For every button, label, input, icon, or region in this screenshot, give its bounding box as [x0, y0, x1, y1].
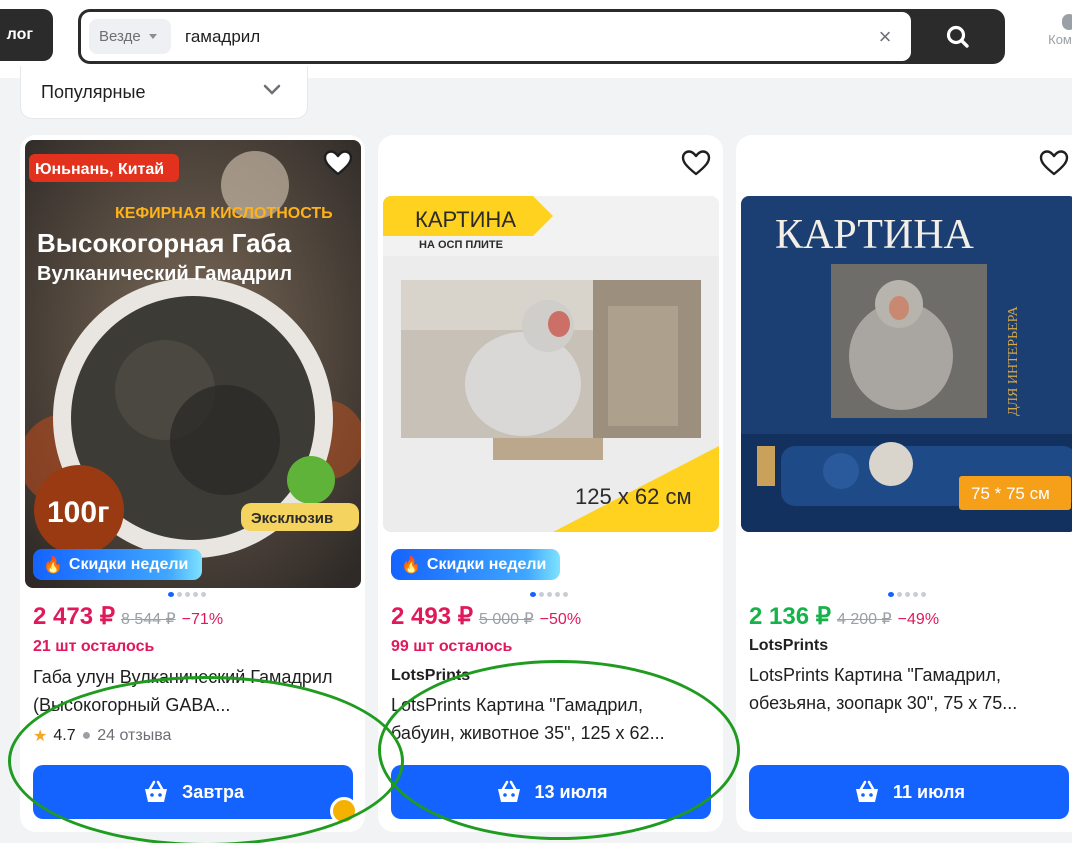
svg-text:125 x 62 см: 125 x 62 см [575, 484, 692, 509]
svg-text:100г: 100г [47, 496, 110, 529]
product-image[interactable]: КАРТИНА ДЛЯ ИНТЕРЬЕРА 75 * 75 см [741, 196, 1072, 532]
flame-icon: 🔥 [43, 556, 63, 574]
pagination-dot [888, 592, 894, 597]
chevron-down-icon [148, 34, 157, 39]
sale-badge-label: Скидки недели [426, 555, 547, 573]
svg-text:Эксклюзив: Эксклюзив [251, 510, 333, 527]
sort-dropdown[interactable]: Популярные [20, 66, 308, 119]
pagination-dot [530, 592, 536, 597]
current-price: 2 136 ₽ [749, 603, 831, 630]
pagination-dot [185, 592, 190, 597]
pagination-dot [547, 592, 552, 597]
discount-percent: −50% [539, 611, 582, 628]
favorite-heart-icon[interactable] [681, 149, 711, 177]
sort-label: Популярные [41, 81, 146, 102]
svg-text:Юньнань, Китай: Юньнань, Китай [35, 161, 164, 178]
sale-badge: 🔥 Скидки недели [391, 549, 561, 580]
clear-icon[interactable]: × [875, 26, 895, 48]
product-image[interactable]: Юньнань, Китай КЕФИРНАЯ КИСЛОТНОСТЬ Высо… [25, 140, 361, 588]
old-price: 5 000 ₽ [479, 611, 534, 628]
pagination-dot [555, 592, 560, 597]
svg-text:Вулканический Гамадрил: Вулканический Гамадрил [37, 263, 292, 285]
pagination-dot [193, 592, 198, 597]
pagination-dot [921, 592, 926, 597]
price-row: 2 136 ₽ 4 200 ₽ −49% [749, 602, 939, 631]
comparison-link[interactable]: Ком [1040, 14, 1072, 47]
image-pagination-dots [530, 592, 568, 597]
add-to-cart-button[interactable]: 11 июля [749, 765, 1069, 819]
tea-package-image: Юньнань, Китай КЕФИРНАЯ КИСЛОТНОСТЬ Высо… [25, 140, 361, 588]
search-input[interactable] [185, 26, 745, 48]
pagination-dot [177, 592, 182, 597]
comparison-label: Ком [1048, 32, 1072, 47]
pagination-dot [563, 592, 568, 597]
painting-image: КАРТИНА НА ОСП ПЛИТЕ 125 x 62 см [383, 196, 719, 532]
favorite-heart-icon[interactable] [1039, 149, 1069, 177]
catalog-label: лог [6, 26, 33, 43]
current-price: 2 493 ₽ [391, 603, 473, 630]
comparison-icon [1062, 14, 1072, 30]
svg-text:КАРТИНА: КАРТИНА [415, 207, 516, 232]
svg-text:КАРТИНА: КАРТИНА [775, 212, 975, 258]
old-price: 8 544 ₽ [121, 611, 176, 628]
annotation-ellipse [8, 676, 404, 843]
pagination-dot [897, 592, 902, 597]
delivery-date: 11 июля [893, 781, 965, 802]
favorite-heart-icon[interactable] [323, 149, 353, 177]
search-field-container: Везде × [81, 12, 911, 61]
old-price: 4 200 ₽ [837, 611, 892, 628]
svg-text:КЕФИРНАЯ КИСЛОТНОСТЬ: КЕФИРНАЯ КИСЛОТНОСТЬ [115, 205, 333, 222]
current-price: 2 473 ₽ [33, 603, 115, 630]
annotation-ellipse [378, 660, 740, 840]
svg-text:НА ОСП ПЛИТЕ: НА ОСП ПЛИТЕ [419, 239, 503, 251]
flame-icon: 🔥 [401, 556, 421, 574]
pagination-dot [913, 592, 918, 597]
search-scope-label: Везде [99, 28, 141, 45]
pagination-dot [905, 592, 910, 597]
search-scope-dropdown[interactable]: Везде [89, 19, 171, 54]
search-button[interactable] [914, 12, 1002, 61]
price-row: 2 473 ₽ 8 544 ₽ −71% [33, 602, 223, 631]
product-image[interactable]: КАРТИНА НА ОСП ПЛИТЕ 125 x 62 см [383, 196, 719, 532]
discount-percent: −71% [181, 611, 224, 628]
price-row: 2 493 ₽ 5 000 ₽ −50% [391, 602, 581, 631]
product-title[interactable]: LotsPrints Картина "Гамадрил, обезьяна, … [749, 661, 1069, 717]
basket-icon [856, 780, 879, 802]
svg-text:75 * 75 см: 75 * 75 см [971, 484, 1050, 503]
pagination-dot [539, 592, 544, 597]
search-icon [946, 25, 969, 48]
sale-badge: 🔥 Скидки недели [33, 549, 203, 580]
svg-text:Высокогорная Габа: Высокогорная Габа [37, 228, 292, 258]
stock-left: 99 шт осталось [391, 638, 513, 655]
pagination-dot [201, 592, 206, 597]
search-bar: Везде × [78, 9, 1005, 64]
discount-percent: −49% [897, 611, 940, 628]
product-card[interactable]: КАРТИНА ДЛЯ ИНТЕРЬЕРА 75 * 75 см 2 136 ₽… [736, 135, 1072, 832]
pagination-dot [168, 592, 174, 597]
image-pagination-dots [888, 592, 926, 597]
svg-text:ДЛЯ ИНТЕРЬЕРА: ДЛЯ ИНТЕРЬЕРА [1006, 305, 1021, 416]
catalog-button[interactable]: лог [0, 9, 53, 61]
seller-name[interactable]: LotsPrints [749, 637, 828, 655]
sale-badge-label: Скидки недели [68, 555, 189, 573]
image-pagination-dots [168, 592, 206, 597]
chevron-down-icon [263, 84, 281, 95]
stock-left: 21 шт осталось [33, 638, 155, 655]
painting-image: КАРТИНА ДЛЯ ИНТЕРЬЕРА 75 * 75 см [741, 196, 1072, 532]
